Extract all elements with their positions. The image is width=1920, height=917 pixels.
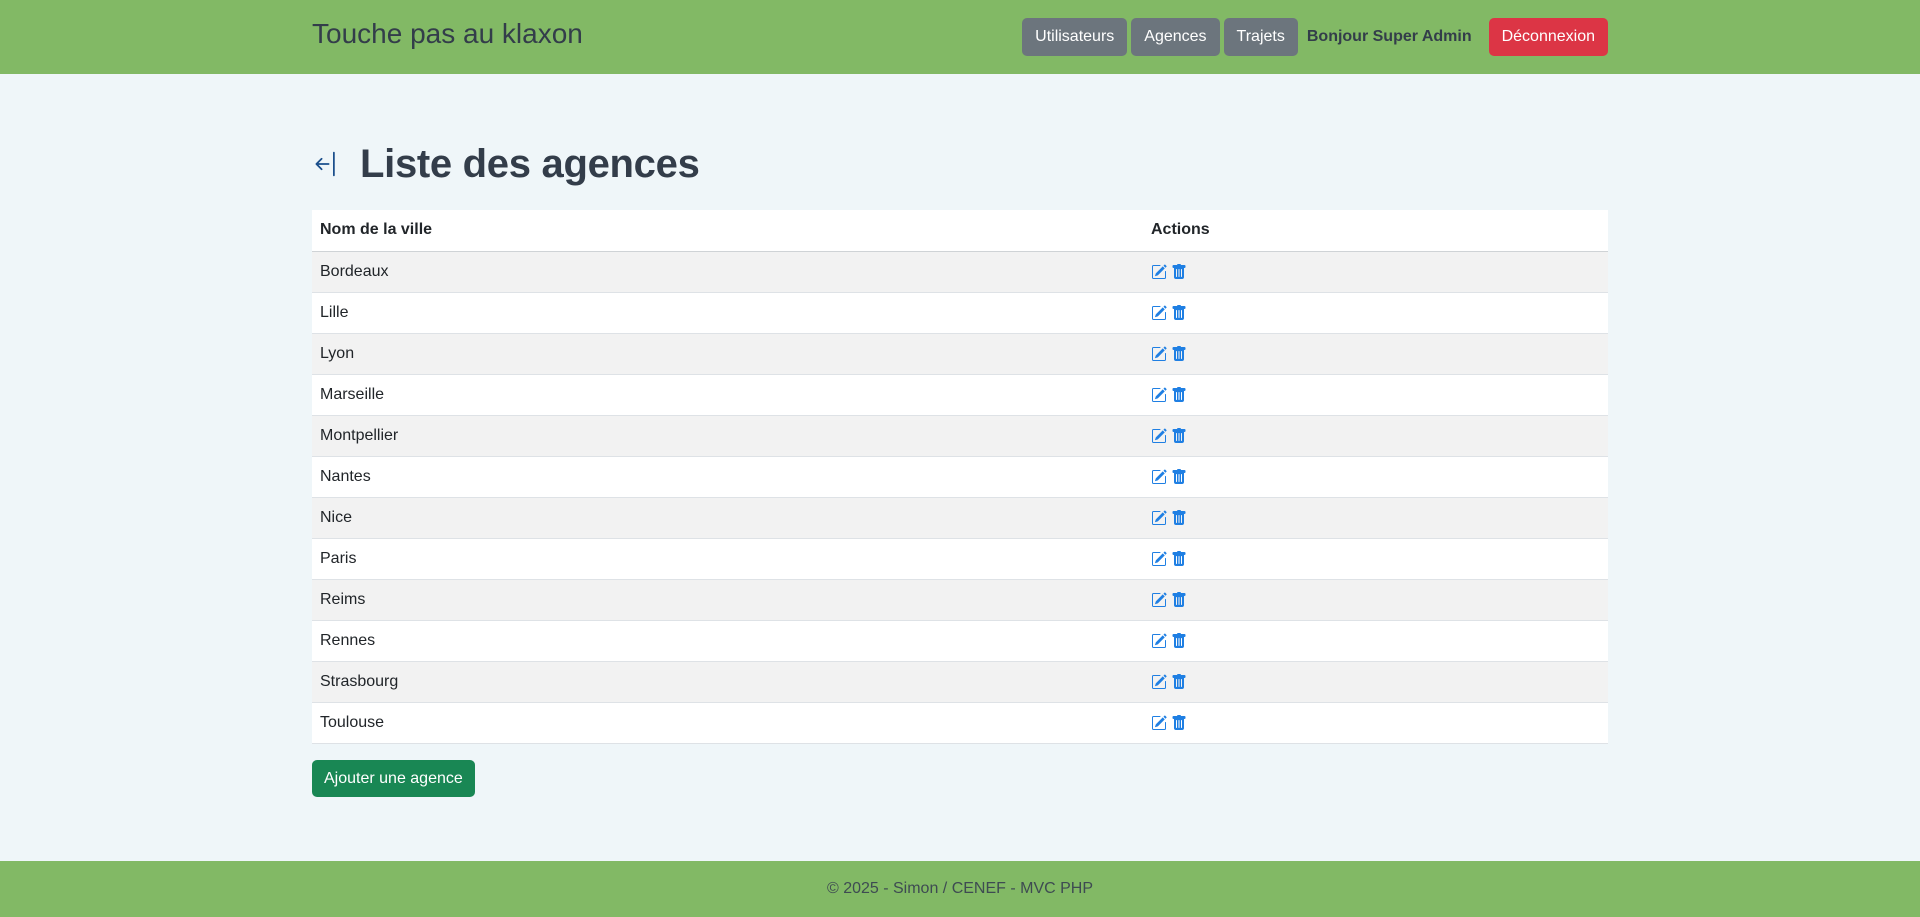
city-name-cell: Reims — [312, 579, 1143, 621]
back-arrow-icon[interactable] — [312, 144, 344, 184]
table-row: Bordeaux — [312, 251, 1608, 293]
table-row: Lille — [312, 292, 1608, 334]
city-name-cell: Lille — [312, 292, 1143, 334]
trash-icon[interactable] — [1171, 673, 1187, 690]
city-name-cell: Nantes — [312, 456, 1143, 498]
row-actions — [1151, 345, 1600, 362]
edit-icon[interactable] — [1151, 386, 1167, 403]
city-name-cell: Toulouse — [312, 702, 1143, 744]
row-actions — [1151, 263, 1600, 280]
row-actions — [1151, 550, 1600, 567]
navbar: Touche pas au klaxon Utilisateurs Agence… — [0, 0, 1920, 74]
actions-cell — [1143, 374, 1608, 416]
trash-icon[interactable] — [1171, 632, 1187, 649]
table-row: Montpellier — [312, 415, 1608, 457]
table-row: Toulouse — [312, 702, 1608, 744]
add-agency-button[interactable]: Ajouter une agence — [312, 760, 475, 797]
edit-icon[interactable] — [1151, 550, 1167, 567]
row-actions — [1151, 714, 1600, 731]
row-actions — [1151, 673, 1600, 690]
row-actions — [1151, 427, 1600, 444]
row-actions — [1151, 468, 1600, 485]
nav-menu: Utilisateurs Agences Trajets Bonjour Sup… — [1022, 18, 1608, 56]
nav-button-utilisateurs[interactable]: Utilisateurs — [1022, 18, 1128, 56]
actions-cell — [1143, 456, 1608, 498]
trash-icon[interactable] — [1171, 591, 1187, 608]
actions-cell — [1143, 415, 1608, 457]
city-name-cell: Rennes — [312, 620, 1143, 662]
table-row: Lyon — [312, 333, 1608, 375]
actions-cell — [1143, 579, 1608, 621]
trash-icon[interactable] — [1171, 345, 1187, 362]
page-title: Liste des agences — [360, 141, 700, 186]
edit-icon[interactable] — [1151, 673, 1167, 690]
trash-icon[interactable] — [1171, 386, 1187, 403]
edit-icon[interactable] — [1151, 304, 1167, 321]
trash-icon[interactable] — [1171, 468, 1187, 485]
table-row: Rennes — [312, 620, 1608, 662]
actions-cell — [1143, 251, 1608, 293]
row-actions — [1151, 386, 1600, 403]
city-name-cell: Marseille — [312, 374, 1143, 416]
logout-button[interactable]: Déconnexion — [1488, 18, 1608, 56]
edit-icon[interactable] — [1151, 714, 1167, 731]
row-actions — [1151, 304, 1600, 321]
nav-button-agences[interactable]: Agences — [1131, 18, 1220, 56]
table-row: Marseille — [312, 374, 1608, 416]
trash-icon[interactable] — [1171, 550, 1187, 567]
brand-title[interactable]: Touche pas au klaxon — [312, 17, 583, 51]
city-name-cell: Paris — [312, 538, 1143, 580]
trash-icon[interactable] — [1171, 714, 1187, 731]
actions-cell — [1143, 702, 1608, 744]
row-actions — [1151, 591, 1600, 608]
edit-icon[interactable] — [1151, 632, 1167, 649]
actions-cell — [1143, 661, 1608, 703]
trash-icon[interactable] — [1171, 427, 1187, 444]
trash-icon[interactable] — [1171, 263, 1187, 280]
footer-text: © 2025 - Simon / CENEF - MVC PHP — [826, 880, 1094, 897]
user-greeting: Bonjour Super Admin — [1306, 28, 1472, 45]
table-header-row: Nom de la ville Actions — [312, 210, 1608, 252]
city-name-cell: Nice — [312, 497, 1143, 539]
title-row: Liste des agences — [312, 138, 700, 190]
edit-icon[interactable] — [1151, 468, 1167, 485]
table-row: Paris — [312, 538, 1608, 580]
agencies-table: Nom de la ville Actions Bordeaux Lille Lyo… — [312, 210, 1608, 744]
actions-cell — [1143, 497, 1608, 539]
table-row: Nice — [312, 497, 1608, 539]
table-row: Reims — [312, 579, 1608, 621]
actions-cell — [1143, 620, 1608, 662]
table-body: Bordeaux Lille Lyon Marseille Montpellier Nan… — [312, 251, 1608, 744]
trash-icon[interactable] — [1171, 509, 1187, 526]
column-header-actions: Actions — [1143, 210, 1608, 252]
city-name-cell: Bordeaux — [312, 251, 1143, 293]
city-name-cell: Lyon — [312, 333, 1143, 375]
table-row: Nantes — [312, 456, 1608, 498]
table-row: Strasbourg — [312, 661, 1608, 703]
city-name-cell: Montpellier — [312, 415, 1143, 457]
footer: © 2025 - Simon / CENEF - MVC PHP — [0, 861, 1920, 917]
column-header-city: Nom de la ville — [312, 210, 1143, 252]
actions-cell — [1143, 333, 1608, 375]
actions-cell — [1143, 538, 1608, 580]
edit-icon[interactable] — [1151, 509, 1167, 526]
edit-icon[interactable] — [1151, 427, 1167, 444]
edit-icon[interactable] — [1151, 345, 1167, 362]
edit-icon[interactable] — [1151, 263, 1167, 280]
actions-cell — [1143, 292, 1608, 334]
trash-icon[interactable] — [1171, 304, 1187, 321]
edit-icon[interactable] — [1151, 591, 1167, 608]
city-name-cell: Strasbourg — [312, 661, 1143, 703]
row-actions — [1151, 509, 1600, 526]
nav-button-trajets[interactable]: Trajets — [1223, 18, 1298, 56]
row-actions — [1151, 632, 1600, 649]
